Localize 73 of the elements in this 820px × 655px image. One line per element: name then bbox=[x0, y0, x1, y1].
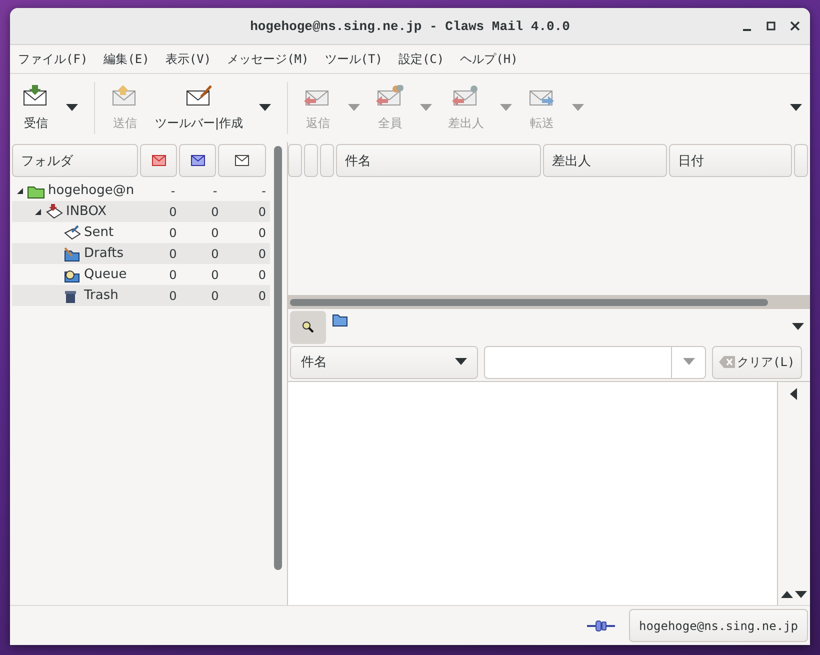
plug-icon[interactable] bbox=[587, 620, 616, 632]
envelope-person-icon bbox=[452, 84, 480, 108]
outbox-tray-icon bbox=[63, 224, 81, 240]
folder-name: Sent bbox=[84, 225, 114, 240]
column-header[interactable] bbox=[140, 144, 177, 177]
folder-name: Queue bbox=[84, 267, 127, 282]
folder-count: 0 bbox=[257, 246, 267, 260]
folder-count: 0 bbox=[210, 246, 220, 260]
folder-name: hogehoge@n bbox=[48, 183, 134, 198]
menu-item[interactable]: 編集(E) bbox=[104, 50, 150, 68]
folder-count: 0 bbox=[168, 268, 178, 282]
envelope-people-icon bbox=[376, 84, 404, 108]
clear-button[interactable]: クリア(L) bbox=[712, 346, 802, 378]
folder-count: - bbox=[260, 184, 267, 198]
column-header[interactable]: 差出人 bbox=[543, 144, 667, 177]
expander-icon[interactable] bbox=[16, 186, 24, 194]
inbox-tray-icon bbox=[45, 204, 63, 220]
folder-row[interactable]: Drafts 0 0 0 bbox=[12, 243, 270, 264]
column-header[interactable]: フォルダ bbox=[12, 144, 138, 177]
scrollbar-thumb[interactable] bbox=[290, 298, 768, 306]
search-icon bbox=[302, 321, 314, 333]
envelope-icon bbox=[235, 155, 249, 166]
window-title: hogehoge@ns.sing.ne.jp - Claws Mail 4.0.0 bbox=[250, 18, 570, 34]
folder-row[interactable]: hogehoge@n - - - bbox=[12, 180, 270, 201]
folder-row[interactable]: Sent 0 0 0 bbox=[12, 222, 270, 243]
folder-count: 0 bbox=[257, 268, 267, 282]
overflow-arrow-icon bbox=[790, 102, 802, 114]
folder-count: 0 bbox=[210, 204, 220, 218]
backspace-icon bbox=[719, 356, 735, 368]
envelope-icon bbox=[152, 155, 166, 166]
folder-name: Trash bbox=[84, 288, 118, 303]
dropdown-arrow-icon bbox=[792, 320, 804, 332]
search-toggle-button[interactable] bbox=[290, 310, 326, 344]
folder-count: - bbox=[212, 184, 218, 198]
folder-count: 0 bbox=[168, 226, 178, 240]
toolbar-button[interactable]: ツールバー|作成 bbox=[147, 80, 252, 136]
folder-icon[interactable] bbox=[332, 313, 348, 327]
folder-pencil-icon bbox=[63, 246, 81, 262]
search-type-dropdown[interactable]: 件名 bbox=[290, 346, 478, 378]
menu-item[interactable]: 表示(V) bbox=[165, 50, 212, 68]
folder-count: 0 bbox=[210, 288, 220, 302]
folder-count: 0 bbox=[210, 268, 220, 282]
folder-count: 0 bbox=[257, 288, 267, 302]
column-header[interactable]: 日付 bbox=[669, 144, 792, 177]
expander-icon[interactable] bbox=[34, 208, 42, 216]
envelope-icon bbox=[190, 155, 204, 166]
up-arrow-icon bbox=[781, 589, 793, 601]
column-header[interactable] bbox=[218, 144, 266, 177]
folder-count: 0 bbox=[168, 246, 178, 260]
menu-item[interactable]: ファイル(F) bbox=[18, 50, 88, 68]
folder-count: 0 bbox=[210, 226, 220, 240]
folder-count: 0 bbox=[257, 226, 267, 240]
scrollbar-thumb[interactable] bbox=[274, 146, 282, 570]
folder-name: Drafts bbox=[84, 246, 124, 261]
search-field[interactable] bbox=[484, 346, 706, 378]
column-header[interactable]: 件名 bbox=[336, 144, 541, 177]
menu-item[interactable]: 設定(C) bbox=[398, 50, 444, 68]
toolbar-button[interactable]: 受信 bbox=[14, 80, 58, 136]
folder-name: INBOX bbox=[66, 204, 107, 219]
folder-row[interactable]: Trash 0 0 0 bbox=[12, 285, 270, 306]
folder-count: 0 bbox=[168, 204, 178, 218]
folder-row[interactable]: INBOX 0 0 0 bbox=[12, 201, 270, 222]
account-button[interactable]: hogehoge@ns.sing.ne.jp bbox=[629, 609, 808, 642]
envelope-pen-icon bbox=[185, 84, 214, 108]
menu-item[interactable]: ツール(T) bbox=[324, 50, 382, 68]
column-header[interactable] bbox=[179, 144, 216, 177]
menu-item[interactable]: メッセージ(M) bbox=[227, 50, 309, 68]
menu-item[interactable]: ヘルプ(H) bbox=[460, 50, 518, 68]
folder-count: - bbox=[170, 184, 176, 198]
folder-row[interactable]: Queue 0 0 0 bbox=[12, 264, 270, 285]
left-arrow-icon bbox=[788, 388, 800, 400]
folder-count: 0 bbox=[168, 288, 178, 302]
folder-count: 0 bbox=[257, 204, 267, 218]
